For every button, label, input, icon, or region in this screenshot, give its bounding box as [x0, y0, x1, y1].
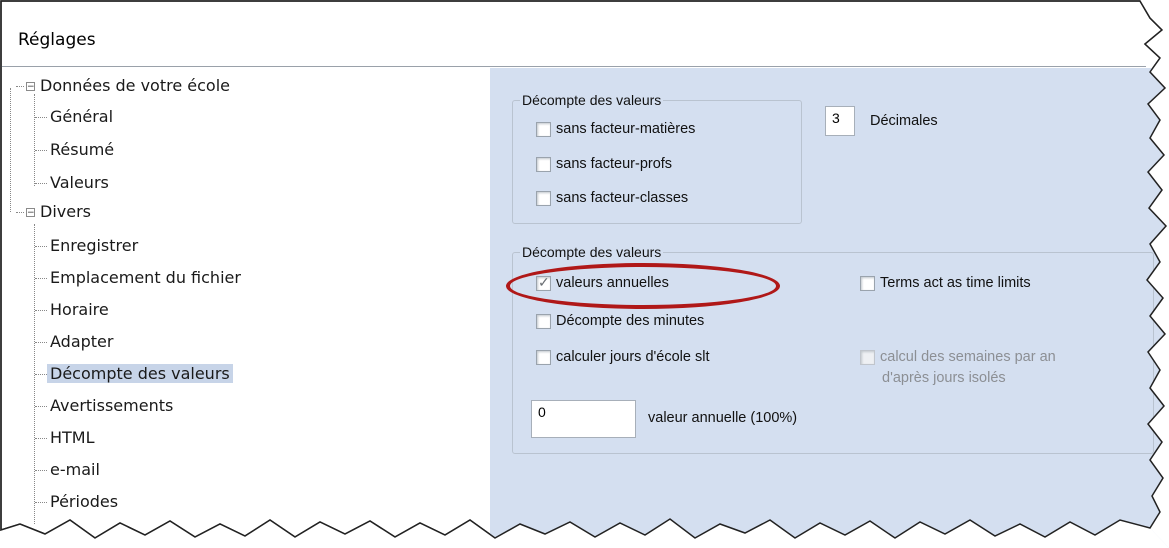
- collapse-icon[interactable]: −: [26, 208, 35, 218]
- checkbox-box[interactable]: [536, 121, 551, 137]
- collapse-icon[interactable]: −: [26, 82, 35, 92]
- checkbox-calculer-jours-ecole[interactable]: calculer jours d'école slt: [536, 349, 709, 365]
- tree-connector: [35, 150, 47, 151]
- tree-item-general[interactable]: Général: [50, 107, 113, 127]
- tree-connector: [35, 502, 47, 503]
- tree-item-periodes[interactable]: Périodes: [50, 492, 118, 512]
- tree-connector: [35, 438, 47, 439]
- settings-panel: Décompte des valeurs sans facteur-matièr…: [490, 68, 1169, 548]
- tree-connector: [16, 86, 24, 87]
- tree-connector: [16, 212, 24, 213]
- checkbox-box[interactable]: [536, 313, 551, 329]
- tree-item-avertissements[interactable]: Avertissements: [50, 396, 173, 416]
- checkbox-box[interactable]: [536, 156, 551, 172]
- checkbox-box[interactable]: [860, 275, 875, 291]
- group-title: Décompte des valeurs: [520, 92, 664, 108]
- tree-item-valeurs[interactable]: Valeurs: [50, 173, 109, 193]
- checkbox-sans-facteur-profs[interactable]: sans facteur-profs: [536, 156, 672, 172]
- tree-item-decompte-valeurs[interactable]: Décompte des valeurs: [47, 364, 233, 384]
- tree-connector: [34, 94, 35, 186]
- tree-connector: [35, 310, 47, 311]
- checkbox-sans-facteur-classes[interactable]: sans facteur-classes: [536, 190, 688, 206]
- tree-item-adapter[interactable]: Adapter: [50, 332, 113, 352]
- settings-tree: − Données de votre école Général Résumé …: [0, 68, 490, 548]
- tree-item-html[interactable]: HTML: [50, 428, 95, 448]
- checkbox-box[interactable]: [536, 349, 551, 365]
- tree-connector: [10, 88, 11, 212]
- checkbox-sans-facteur-matieres[interactable]: sans facteur-matières: [536, 121, 695, 137]
- group-title: Décompte des valeurs: [520, 244, 664, 260]
- decimals-input[interactable]: 3: [825, 106, 855, 136]
- tree-connector: [35, 183, 47, 184]
- tree-item-emplacement[interactable]: Emplacement du fichier: [50, 268, 241, 288]
- tree-connector: [35, 246, 47, 247]
- tree-connector: [35, 117, 47, 118]
- checkbox-box[interactable]: [536, 190, 551, 206]
- tree-item-horaire[interactable]: Horaire: [50, 300, 109, 320]
- tree-connector: [35, 406, 47, 407]
- annual-value-label: valeur annuelle (100%): [648, 410, 798, 426]
- tree-item-divers[interactable]: Divers: [40, 202, 91, 222]
- title-divider: [1, 66, 1146, 67]
- tree-connector: [35, 278, 47, 279]
- window-title: Réglages: [18, 30, 96, 50]
- checkbox-calcul-semaines[interactable]: calcul des semaines par an: [860, 349, 1056, 365]
- checkbox-decompte-minutes[interactable]: Décompte des minutes: [536, 313, 704, 329]
- tree-connector: [35, 470, 47, 471]
- tree-item-donnees-ecole[interactable]: Données de votre école: [40, 76, 230, 96]
- annual-value-input[interactable]: 0: [531, 400, 636, 438]
- decimals-label: Décimales: [870, 113, 938, 129]
- checkbox-terms-time-limits[interactable]: Terms act as time limits: [860, 275, 1031, 291]
- tree-item-resume[interactable]: Résumé: [50, 140, 114, 160]
- tree-item-email[interactable]: e-mail: [50, 460, 100, 480]
- checkbox-calcul-semaines-label2: d'après jours isolés: [882, 370, 1006, 386]
- tree-connector: [35, 374, 47, 375]
- tree-connector: [35, 342, 47, 343]
- checkbox-box[interactable]: [860, 349, 875, 365]
- tree-item-enregistrer[interactable]: Enregistrer: [50, 236, 138, 256]
- highlight-oval: [506, 263, 780, 309]
